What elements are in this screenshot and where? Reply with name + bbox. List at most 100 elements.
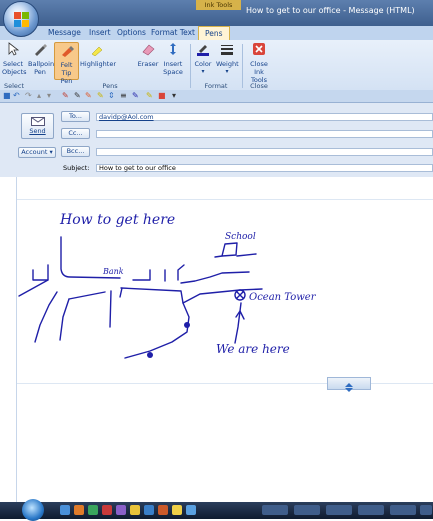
taskbar-app-icon[interactable] [130, 505, 140, 515]
taskbar-app-icon[interactable] [172, 505, 182, 515]
ink-heading: How to get here [59, 212, 175, 228]
cc-field[interactable] [96, 130, 433, 138]
taskbar-window-button[interactable] [262, 505, 288, 515]
taskbar-window-button[interactable] [326, 505, 352, 515]
group-separator [242, 44, 243, 88]
ink-resize-handle[interactable] [327, 377, 371, 392]
tab-insert[interactable]: Insert [89, 28, 111, 37]
close-ink-tools-button[interactable]: Close Ink Tools [245, 42, 273, 84]
taskbar-app-icon[interactable] [186, 505, 196, 515]
title-bar: Ink Tools How to get to our office - Mes… [0, 0, 433, 26]
ink-stroke [214, 255, 223, 258]
save-icon[interactable]: ■ [3, 91, 11, 101]
ink-tools-group-label: Ink Tools [196, 0, 241, 10]
up-down-arrow-icon [345, 383, 353, 392]
felt-tip-icon[interactable]: ✎ [85, 91, 92, 101]
down-arrow-icon[interactable]: ▾ [47, 91, 51, 101]
ink-stroke [59, 298, 70, 341]
tab-format-text[interactable]: Format Text [151, 28, 195, 37]
taskbar-app-icon[interactable] [102, 505, 112, 515]
eraser-icon [142, 44, 155, 56]
ballpoint-icon[interactable]: ✎ [74, 91, 81, 101]
pen-color-button[interactable]: Color ▾ [192, 42, 214, 76]
weight-qat-icon[interactable]: ≡ [120, 91, 127, 101]
redo-icon[interactable]: ↷ [25, 91, 32, 101]
pen-weight-button[interactable]: Weight ▾ [216, 42, 239, 76]
close-qat-icon[interactable]: ■ [158, 91, 166, 101]
ink-stroke [34, 291, 58, 343]
bcc-field[interactable] [96, 148, 433, 156]
to-button[interactable]: To... [61, 111, 90, 122]
eraser-button[interactable]: Eraser [137, 42, 159, 68]
group-separator [190, 44, 191, 88]
taskbar-app-icon[interactable] [88, 505, 98, 515]
pen-color-icon [197, 45, 209, 56]
ink-x-marker [235, 290, 245, 300]
group-label-format: Format [204, 82, 228, 90]
highlighter-qat-icon[interactable]: ✎ [97, 91, 104, 101]
cc-button[interactable]: Cc... [61, 128, 90, 139]
ink-stroke [234, 302, 242, 344]
envelope-icon [30, 117, 45, 126]
color-qat-icon[interactable]: ✎ [132, 91, 139, 101]
select-objects-button[interactable]: Select Objects [2, 42, 27, 76]
group-label-pens: Pens [102, 82, 118, 90]
close-ink-icon [253, 43, 265, 55]
ink-label-school: School [225, 232, 256, 242]
format-qat-icon[interactable]: ✎ [146, 91, 153, 101]
office-logo-icon [14, 12, 29, 27]
chevron-down-icon: ▾ [49, 148, 53, 156]
subject-field[interactable]: How to get to our office [96, 164, 433, 172]
taskbar-window-button[interactable] [358, 505, 384, 515]
insert-space-icon [170, 43, 176, 55]
window-title: How to get to our office - Message (HTML… [246, 6, 415, 15]
taskbar-app-icon[interactable] [158, 505, 168, 515]
ink-stroke [180, 271, 250, 284]
taskbar-window-button[interactable] [390, 505, 416, 515]
ink-drawing: How to get here School Bank Ocean Tower … [18, 212, 317, 359]
pen-weight-icon [221, 45, 233, 55]
highlighter-icon [91, 46, 103, 57]
highlighter-button[interactable]: Highlighter [80, 42, 116, 68]
ink-stroke [120, 287, 190, 359]
taskbar-app-icon[interactable] [116, 505, 126, 515]
taskbar-window-button[interactable] [294, 505, 320, 515]
taskbar-app-icon[interactable] [144, 505, 154, 515]
insert-space-button[interactable]: Insert Space [161, 42, 185, 76]
ink-stroke [119, 287, 123, 298]
bcc-button[interactable]: Bcc... [61, 146, 90, 157]
start-button[interactable] [22, 499, 44, 521]
ink-label-here: We are here [216, 342, 290, 356]
ballpoint-pen-icon [35, 44, 47, 56]
ink-stroke [177, 264, 185, 281]
account-button[interactable]: Account ▾ [18, 147, 56, 158]
group-label-close: Close [250, 82, 268, 90]
ink-stroke [109, 290, 112, 328]
group-label-select: Select [3, 82, 25, 90]
quick-access-toolbar: ■ ↶ ↷ ▴ ▾ ✎ ✎ ✎ ✎ ⇕ ≡ ✎ ✎ ■ ▾ [0, 90, 433, 103]
customize-qat-icon[interactable]: ▾ [172, 91, 176, 101]
send-button[interactable]: Send [21, 113, 54, 139]
ink-dot [184, 322, 190, 328]
ink-stroke [32, 264, 49, 281]
ink-stroke [221, 242, 238, 257]
insert-space-qat-icon[interactable]: ⇕ [108, 91, 115, 101]
tab-options[interactable]: Options [117, 28, 146, 37]
ink-label-bank: Bank [102, 267, 124, 276]
taskbar-app-icon[interactable] [60, 505, 70, 515]
ink-stroke [236, 253, 257, 257]
taskbar-window-button[interactable] [420, 505, 432, 515]
felt-tip-pen-icon [61, 46, 74, 57]
tab-pens[interactable]: Pens [198, 26, 230, 40]
felt-tip-pen-button[interactable]: Felt Tip Pen [54, 42, 79, 85]
tab-message[interactable]: Message [48, 28, 81, 37]
office-button[interactable] [3, 1, 39, 37]
undo-icon[interactable]: ↶ [13, 91, 20, 101]
ink-dot [147, 352, 153, 358]
up-arrow-icon[interactable]: ▴ [37, 91, 41, 101]
subject-label: Subject: [63, 164, 90, 172]
ballpoint-pen-button[interactable]: Ballpoint Pen [28, 42, 57, 76]
taskbar-app-icon[interactable] [74, 505, 84, 515]
to-field[interactable]: davidp@Aol.com [96, 113, 433, 121]
pen-icon[interactable]: ✎ [62, 91, 69, 101]
